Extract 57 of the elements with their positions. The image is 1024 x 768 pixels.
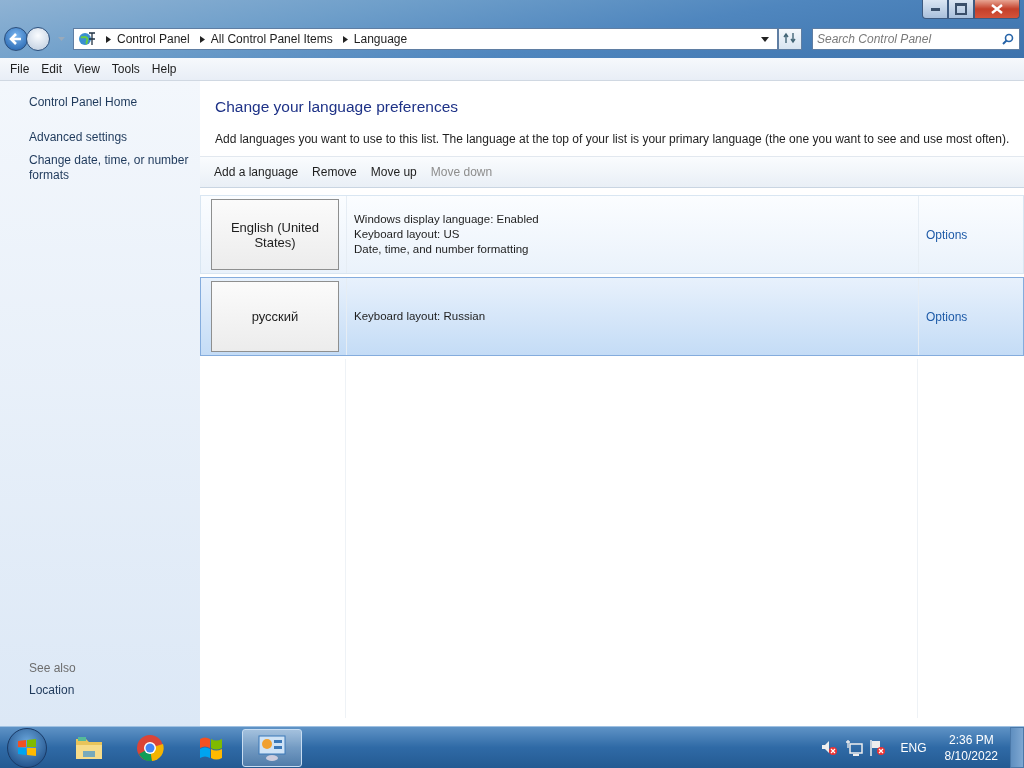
chevron-icon[interactable] <box>199 35 205 43</box>
description: Add languages you want to use to this list. The language at the top of your list is your primary language (the one you want to see and use most often). <box>215 132 1011 146</box>
toolbar-button[interactable]: Add a language <box>207 165 306 179</box>
language-row[interactable]: English (United States) Windows display language: Enabled Keyboard layout: US Date, time, and number formatting Options <box>200 195 1024 274</box>
language-detail: Date, time, and number formatting <box>354 242 530 257</box>
input-language[interactable]: ENG <box>900 740 927 755</box>
sidebar-link[interactable]: Advanced settings <box>29 130 194 145</box>
menu-item[interactable]: File <box>4 62 36 76</box>
back-arrow-icon <box>9 32 23 46</box>
clock-time[interactable]: 2:36 PM <box>948 731 994 748</box>
minimize-button[interactable] <box>922 0 948 19</box>
breadcrumb[interactable]: Language <box>353 32 408 46</box>
browser-icon <box>136 733 164 762</box>
sidebar-link[interactable]: Location <box>29 683 194 698</box>
flag-alert-icon[interactable] <box>868 739 887 756</box>
volume-muted-icon[interactable] <box>820 739 839 756</box>
clock-date[interactable]: 8/10/2022 <box>944 747 998 764</box>
forward-button[interactable] <box>26 27 50 51</box>
search-field[interactable]: Search Control Panel <box>812 28 1020 50</box>
globe-icon <box>78 31 96 47</box>
language-row[interactable]: русский Keyboard layout: Russian Options <box>200 277 1024 356</box>
menu-item[interactable]: Edit <box>35 62 69 76</box>
chevron-icon[interactable] <box>342 35 348 43</box>
see-also-heading: See also <box>29 661 77 675</box>
language-detail: Keyboard layout: Russian <box>354 309 487 324</box>
page-heading: Change your language preferences <box>215 98 459 116</box>
windows-logo-icon <box>16 736 38 759</box>
refresh-icon <box>783 31 797 44</box>
close-icon <box>991 4 1003 14</box>
breadcrumb[interactable]: Control Panel <box>117 32 190 46</box>
search-icon[interactable] <box>1002 33 1014 45</box>
options-link[interactable]: Options <box>926 227 968 242</box>
network-icon[interactable] <box>844 739 863 756</box>
maximize-button[interactable] <box>948 0 974 19</box>
chevron-icon[interactable] <box>106 35 111 43</box>
breadcrumb[interactable]: All Control Panel Items <box>210 32 333 46</box>
sidebar-link[interactable]: Control Panel Home <box>29 95 194 110</box>
folder-icon <box>74 734 104 761</box>
sidebar-link[interactable]: Change date, time, or number formats <box>29 153 194 183</box>
menu-item[interactable]: View <box>68 62 106 76</box>
toolbar-button[interactable]: Move up <box>363 165 424 179</box>
language-tile: русский <box>211 281 339 352</box>
menu-item[interactable]: Tools <box>105 62 146 76</box>
control-panel-icon <box>257 733 287 762</box>
address-bar[interactable]: Control Panel All Control Panel Items Language <box>73 28 778 50</box>
toolbar-button[interactable]: Remove <box>305 165 364 179</box>
back-button[interactable] <box>4 27 28 51</box>
options-link[interactable]: Options <box>926 309 968 324</box>
refresh-button[interactable] <box>778 28 802 50</box>
language-tile: English (United States) <box>211 199 339 270</box>
control-panel-button[interactable] <box>242 728 302 767</box>
start-button[interactable] <box>7 727 47 768</box>
language-detail: Windows display language: Enabled <box>354 212 540 227</box>
dropdown-arrow-icon[interactable] <box>761 36 769 42</box>
language-detail: Keyboard layout: US <box>354 227 461 242</box>
menu-item[interactable]: Help <box>145 62 183 76</box>
close-button[interactable] <box>974 0 1020 19</box>
